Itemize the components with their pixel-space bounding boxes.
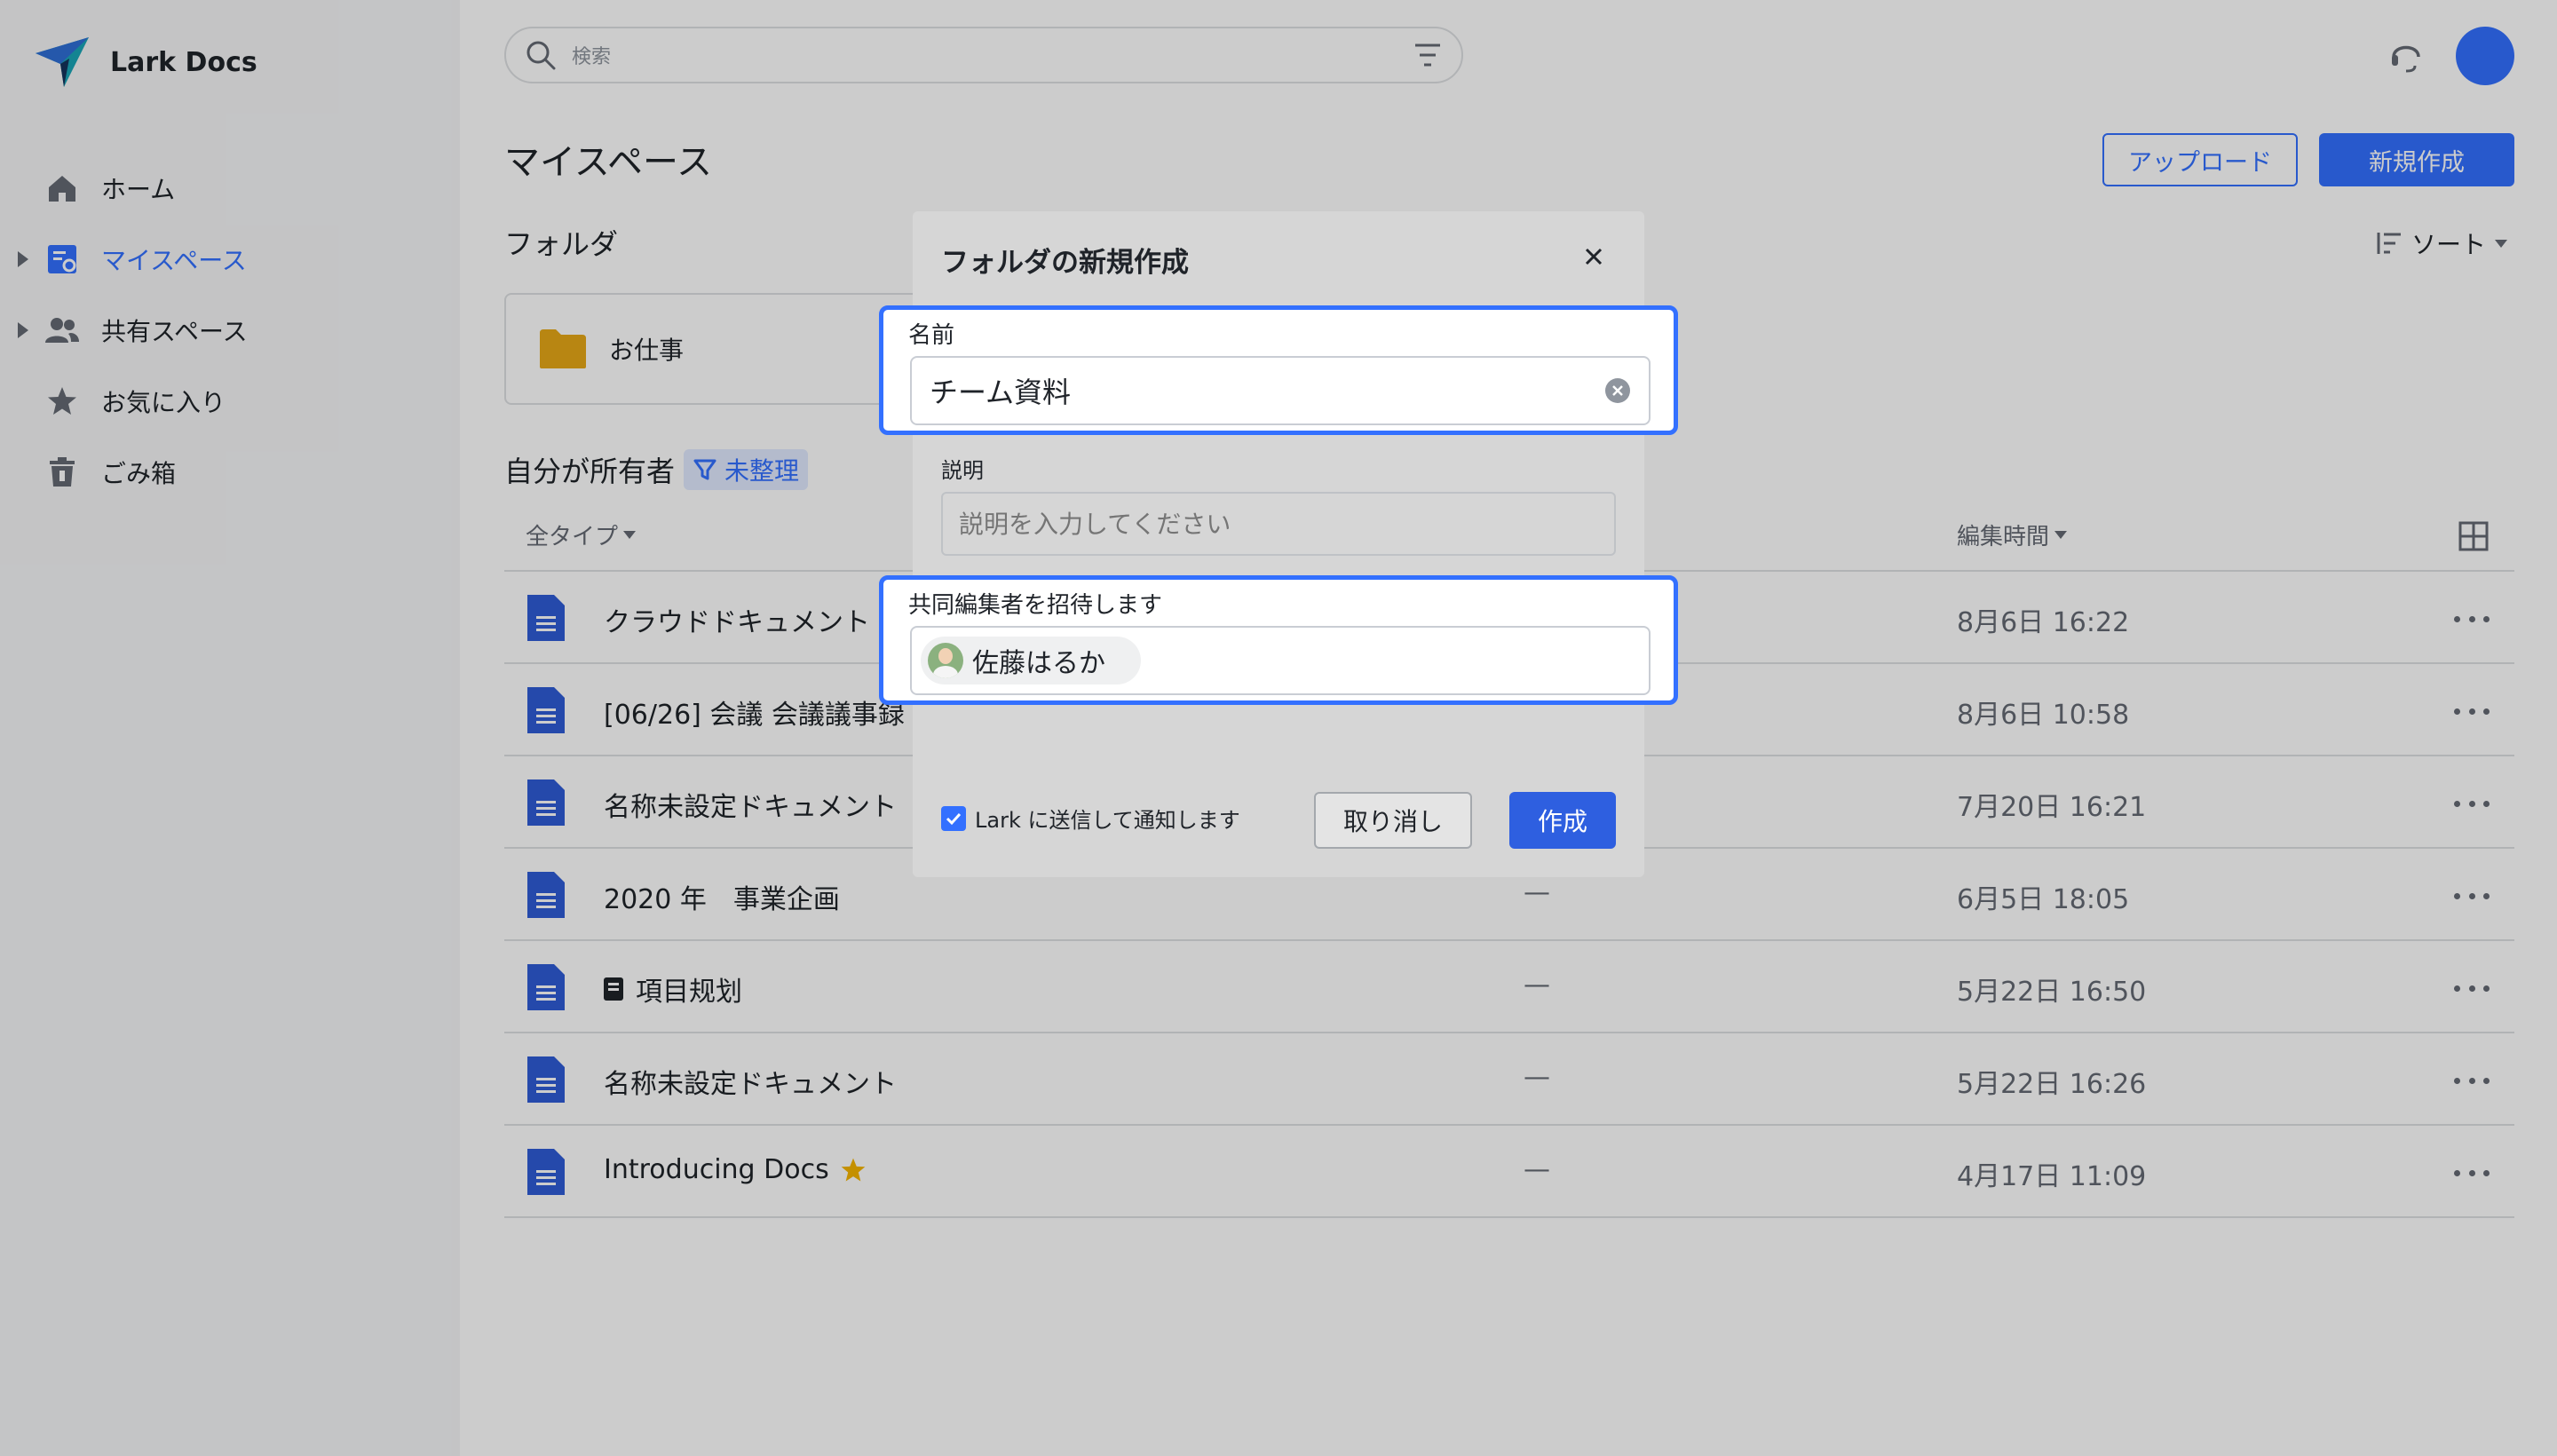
name-label: 名前 [908,322,955,349]
close-icon[interactable] [1580,243,1607,270]
check-icon [946,812,962,825]
collaborator-chip[interactable]: 佐藤はるか [921,637,1141,684]
name-input-value: チーム資料 [930,376,1072,409]
collaborator-label: 共同編集者を招待します [908,592,1163,619]
notify-checkbox[interactable] [941,805,966,831]
cancel-button[interactable]: 取り消し [1314,792,1472,849]
name-input[interactable]: チーム資料 [910,356,1651,425]
collaborator-input[interactable]: 佐藤はるか [910,626,1651,695]
name-field-section: 名前 チーム資料 [879,305,1678,435]
clear-input-icon[interactable] [1604,377,1631,404]
collaborator-field-section: 共同編集者を招待します 佐藤はるか [879,575,1678,705]
dialog-title: フォルダの新規作成 [941,247,1189,279]
notify-label: Lark に送信して通知します [975,808,1240,833]
notify-option[interactable]: Lark に送信して通知します [941,803,1240,834]
create-button[interactable]: 作成 [1509,792,1616,849]
description-label: 説明 [941,458,984,483]
description-input[interactable] [941,492,1616,556]
avatar [928,643,963,678]
collaborator-name: 佐藤はるか [972,648,1105,679]
